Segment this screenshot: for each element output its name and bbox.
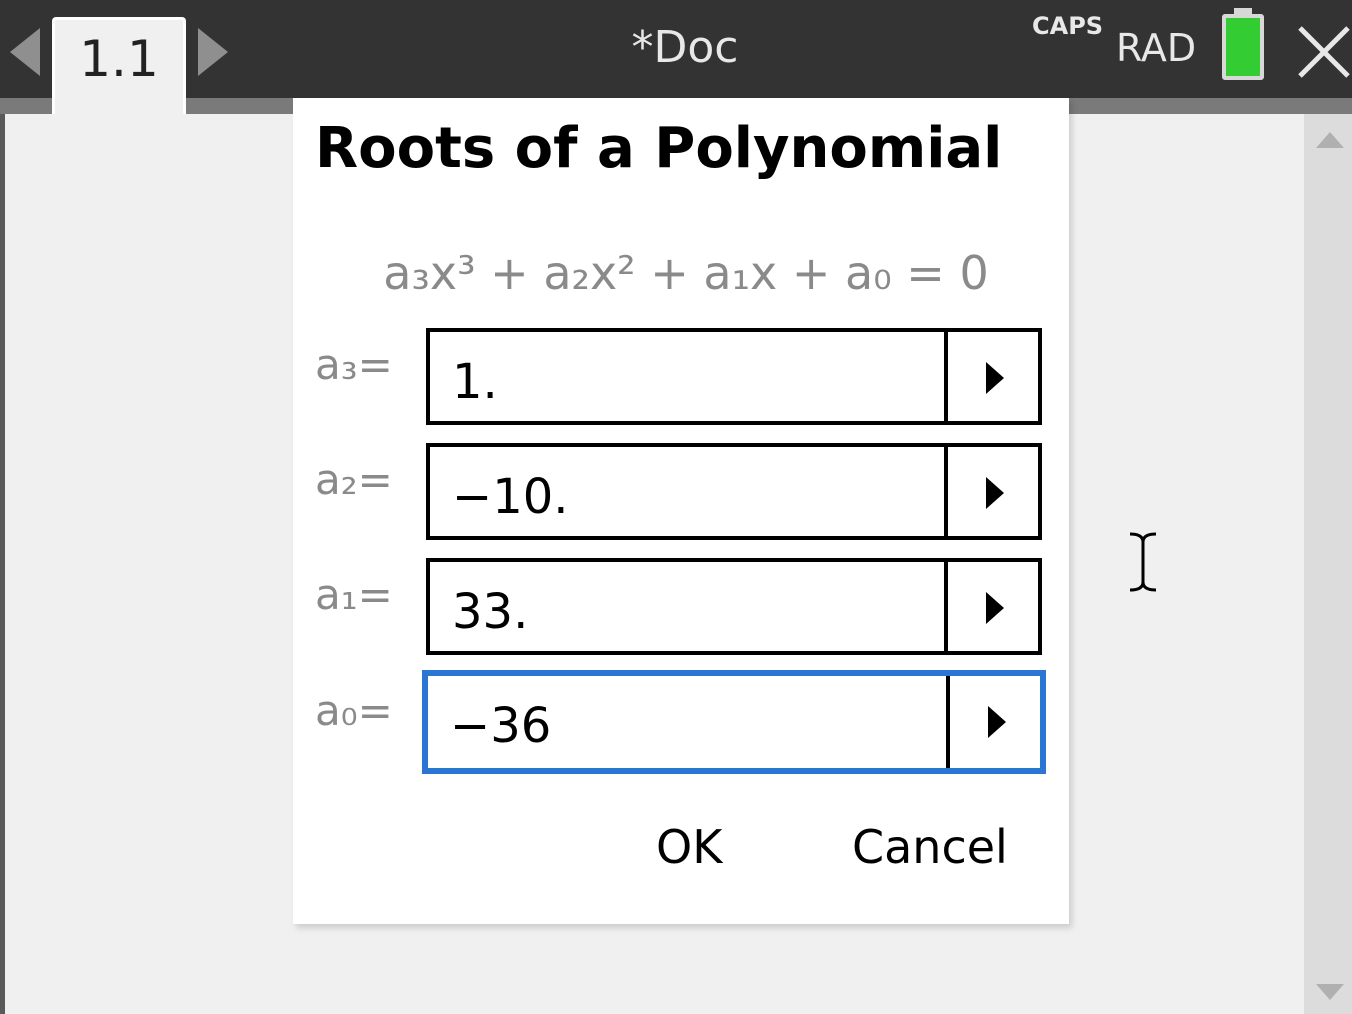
document-title: *Doc	[631, 22, 739, 73]
roots-of-polynomial-dialog: Roots of a Polynomial a₃x³ + a₂x² + a₁x …	[293, 98, 1069, 924]
coefficient-value-a0: −36	[450, 698, 552, 754]
coefficient-value-a3: 1.	[452, 354, 498, 410]
coefficient-field-a0[interactable]: −36	[422, 670, 1046, 774]
caps-indicator: CAPS	[1032, 12, 1104, 40]
coefficient-menu-button-a2[interactable]	[944, 447, 1038, 536]
angle-mode-indicator: RAD	[1116, 26, 1197, 70]
text-cursor-icon	[1129, 532, 1157, 592]
coefficient-label-a0: a₀=	[315, 686, 393, 735]
vertical-scrollbar[interactable]	[1304, 114, 1352, 1014]
page-left-edge	[0, 114, 5, 1014]
previous-page-arrow-icon[interactable]	[10, 28, 40, 76]
page-tab[interactable]: 1.1	[52, 17, 186, 114]
coefficient-field-a1[interactable]: 33.	[426, 558, 1042, 655]
cancel-button[interactable]: Cancel	[852, 820, 1008, 874]
coefficient-value-a2: −10.	[452, 469, 569, 525]
polynomial-equation: a₃x³ + a₂x² + a₁x + a₀ = 0	[383, 246, 989, 300]
coefficient-menu-button-a3[interactable]	[944, 332, 1038, 421]
page-tab-label: 1.1	[79, 30, 159, 88]
coefficient-menu-button-a0[interactable]	[946, 676, 1040, 768]
coefficient-field-a3[interactable]: 1.	[426, 328, 1042, 425]
scroll-up-arrow-icon[interactable]	[1316, 132, 1344, 148]
battery-icon	[1222, 14, 1264, 80]
next-page-arrow-icon[interactable]	[198, 28, 228, 76]
ok-button[interactable]: OK	[656, 820, 722, 874]
right-arrow-icon	[986, 362, 1004, 394]
dialog-title: Roots of a Polynomial	[315, 116, 1003, 181]
coefficient-label-a3: a₃=	[315, 340, 393, 389]
scroll-down-arrow-icon[interactable]	[1316, 984, 1344, 1000]
close-icon[interactable]	[1296, 22, 1352, 78]
coefficient-label-a2: a₂=	[315, 455, 393, 504]
right-arrow-icon	[988, 706, 1006, 738]
coefficient-value-a1: 33.	[452, 584, 529, 640]
coefficient-label-a1: a₁=	[315, 570, 393, 619]
coefficient-menu-button-a1[interactable]	[944, 562, 1038, 651]
right-arrow-icon	[986, 477, 1004, 509]
right-arrow-icon	[986, 592, 1004, 624]
coefficient-field-a2[interactable]: −10.	[426, 443, 1042, 540]
